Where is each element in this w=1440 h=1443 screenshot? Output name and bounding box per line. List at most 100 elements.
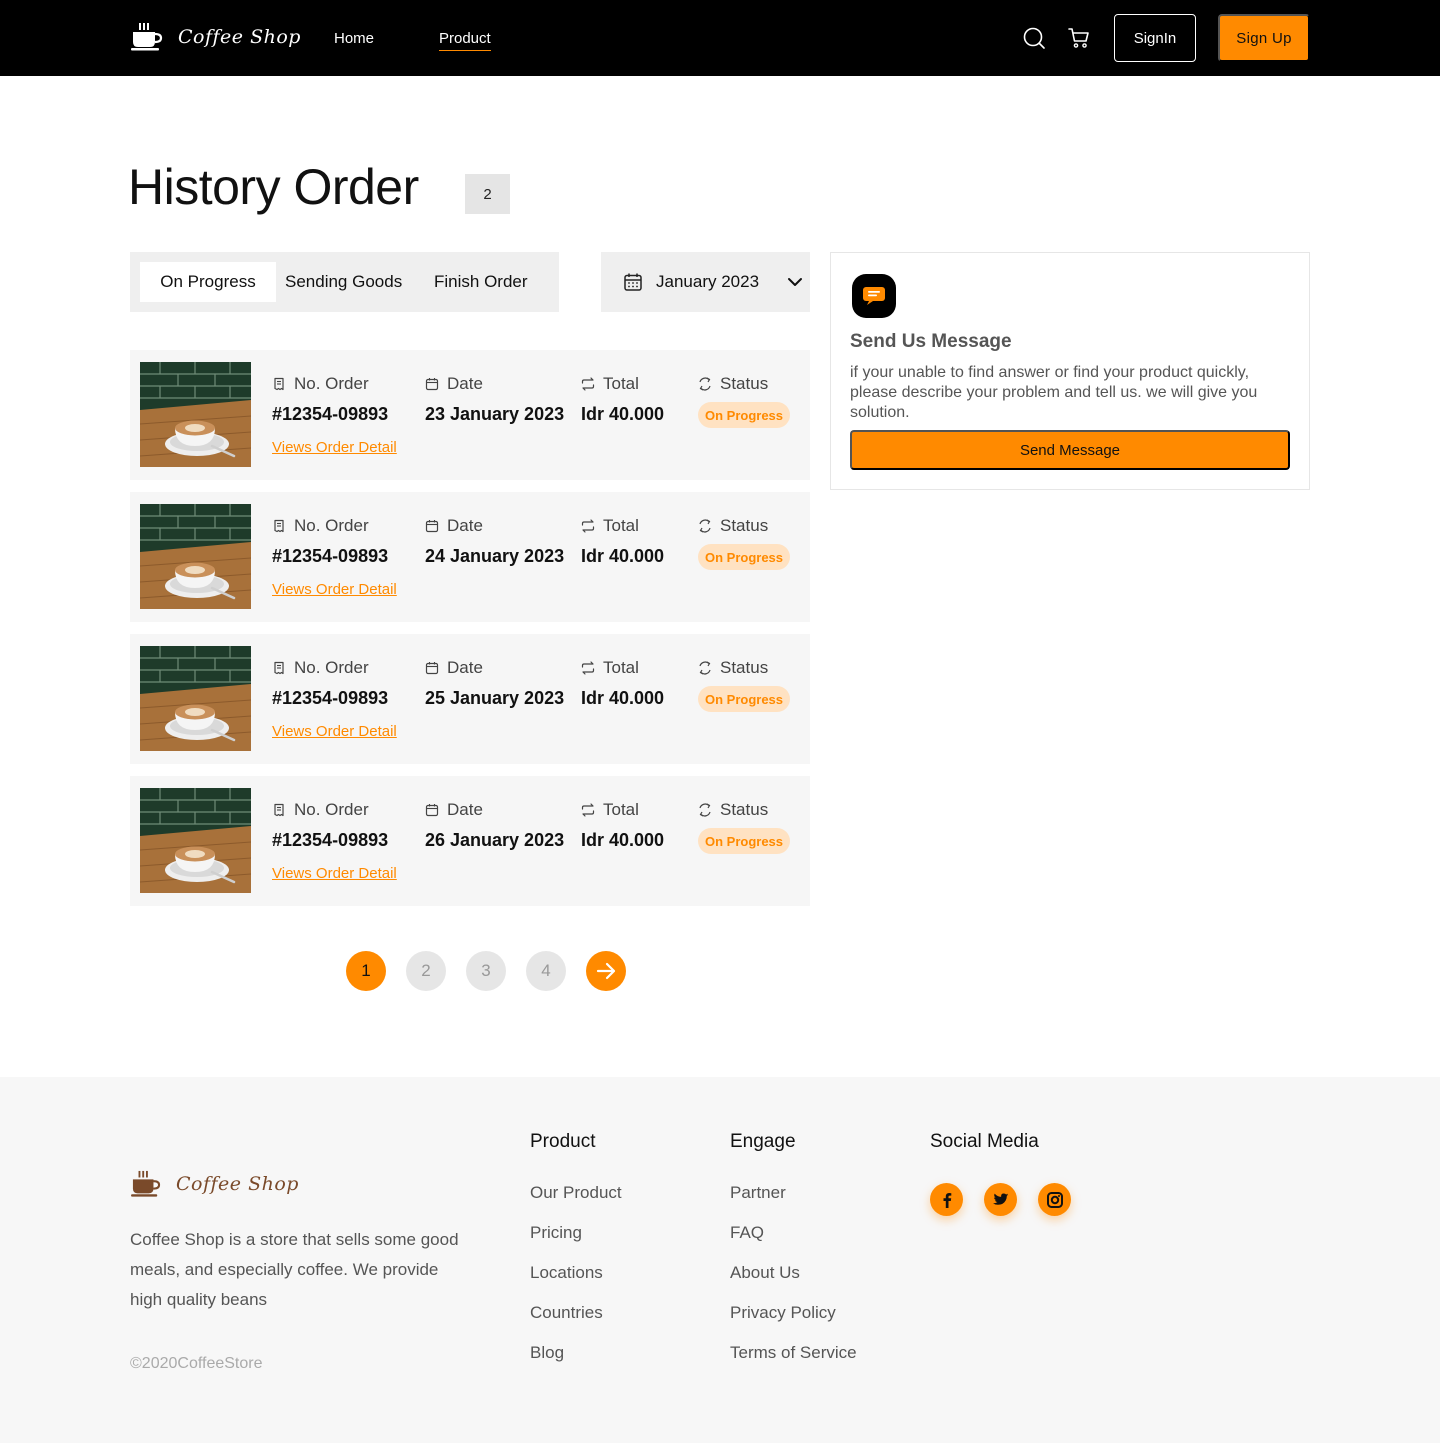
order-card: No. Order #12354-09893 Date 26 January 2… [130, 776, 810, 906]
footer-copyright: ©2020CoffeeStore [130, 1355, 263, 1372]
footer-link-faq[interactable]: FAQ [730, 1223, 764, 1243]
page-3-button[interactable]: 3 [466, 951, 506, 991]
chevron-down-icon [788, 278, 803, 286]
view-order-detail-link[interactable]: Views Order Detail [272, 865, 397, 882]
page-4-button[interactable]: 4 [526, 951, 566, 991]
cart-icon[interactable] [1067, 26, 1091, 50]
footer-link-blog[interactable]: Blog [530, 1343, 564, 1363]
order-total: Idr 40.000 [581, 830, 665, 850]
status-badge: On Progress [698, 686, 790, 712]
calendar-icon [425, 520, 439, 533]
calendar-icon [624, 273, 642, 291]
order-number-label: No. Order [272, 516, 369, 536]
tab-on-progress[interactable]: On Progress [140, 262, 276, 302]
signup-button[interactable]: Sign Up [1218, 14, 1310, 62]
page-title: History Order [128, 159, 419, 215]
footer-link-pricing[interactable]: Pricing [530, 1223, 582, 1243]
footer-link-countries[interactable]: Countries [530, 1303, 603, 1323]
order-total: Idr 40.000 [581, 404, 665, 424]
footer-brand-name: Coffee Shop [176, 1173, 299, 1195]
footer-social-title: Social Media [930, 1131, 1039, 1152]
arrow-right-icon [596, 962, 616, 980]
progress-icon [699, 377, 711, 391]
order-card: No. Order #12354-09893 Date 25 January 2… [130, 634, 810, 764]
status-badge: On Progress [698, 828, 790, 854]
order-total: Idr 40.000 [581, 546, 665, 566]
order-date: 23 January 2023 [425, 404, 565, 424]
order-date-label: Date [425, 658, 483, 678]
footer-link-privacy-policy[interactable]: Privacy Policy [730, 1303, 836, 1323]
instagram-icon[interactable] [1038, 1183, 1071, 1216]
footer-link-our-product[interactable]: Our Product [530, 1183, 622, 1203]
tab-finish-order[interactable]: Finish Order [434, 262, 528, 302]
facebook-icon[interactable] [930, 1183, 963, 1216]
twitter-icon[interactable] [984, 1183, 1017, 1216]
footer-link-partner[interactable]: Partner [730, 1183, 786, 1203]
order-status-label: Status [698, 516, 768, 536]
order-card: No. Order #12354-09893 Date 23 January 2… [130, 350, 810, 480]
brand-name: Coffee Shop [178, 26, 301, 48]
footer-link-locations[interactable]: Locations [530, 1263, 603, 1283]
calendar-icon [425, 662, 439, 675]
order-status-tabs: On Progress Sending Goods Finish Order [130, 252, 559, 312]
coffee-product-image [140, 788, 251, 893]
status-badge: On Progress [698, 544, 790, 570]
nav-home[interactable]: Home [334, 30, 374, 47]
order-count-badge: 2 [465, 174, 510, 214]
chat-message-icon [852, 274, 896, 318]
next-page-button[interactable] [586, 951, 626, 991]
month-filter-dropdown[interactable]: January 2023 [601, 252, 810, 312]
footer-brand-logo[interactable]: Coffee Shop [130, 1170, 299, 1198]
order-status-label: Status [698, 374, 768, 394]
month-filter-value: January 2023 [656, 272, 760, 291]
progress-icon [699, 661, 711, 675]
send-message-button[interactable]: Send Message [850, 430, 1290, 470]
view-order-detail-link[interactable]: Views Order Detail [272, 439, 397, 456]
order-number-label: No. Order [272, 658, 369, 678]
order-number: #12354-09893 [272, 688, 389, 708]
coffee-cup-icon [131, 1170, 161, 1197]
coffee-cup-icon [131, 23, 163, 51]
search-icon[interactable] [1022, 26, 1046, 50]
send-message-card: Send Us Message if your unable to find a… [830, 252, 1310, 490]
message-card-description: if your unable to find answer or find yo… [850, 364, 1258, 421]
footer-link-terms-of-service[interactable]: Terms of Service [730, 1343, 857, 1363]
progress-icon [699, 803, 711, 817]
view-order-detail-link[interactable]: Views Order Detail [272, 581, 397, 598]
brand-logo[interactable]: Coffee Shop [130, 22, 301, 52]
page-1-button[interactable]: 1 [346, 951, 386, 991]
order-number: #12354-09893 [272, 404, 389, 424]
footer-link-about-us[interactable]: About Us [730, 1263, 800, 1283]
repeat-icon [581, 803, 595, 817]
receipt-icon [274, 661, 284, 675]
order-number: #12354-09893 [272, 546, 389, 566]
repeat-icon [581, 519, 595, 533]
order-status-label: Status [698, 658, 768, 678]
coffee-product-image [140, 646, 251, 751]
site-header: Coffee Shop Home Product SignIn Sign Up [0, 0, 1440, 76]
page-2-button[interactable]: 2 [406, 951, 446, 991]
order-total-label: Total [581, 658, 639, 678]
calendar-icon [425, 378, 439, 391]
calendar-icon [425, 804, 439, 817]
coffee-product-image [140, 362, 251, 467]
order-date-label: Date [425, 374, 483, 394]
tab-sending-goods[interactable]: Sending Goods [285, 262, 402, 302]
order-date-label: Date [425, 800, 483, 820]
footer-product-title: Product [530, 1131, 596, 1152]
signin-button[interactable]: SignIn [1114, 14, 1196, 62]
footer-engage-title: Engage [730, 1131, 796, 1152]
coffee-product-image [140, 504, 251, 609]
view-order-detail-link[interactable]: Views Order Detail [272, 723, 397, 740]
receipt-icon [274, 803, 284, 817]
order-total: Idr 40.000 [581, 688, 665, 708]
progress-icon [699, 519, 711, 533]
receipt-icon [274, 377, 284, 391]
status-badge: On Progress [698, 402, 790, 428]
nav-product[interactable]: Product [439, 30, 491, 51]
order-total-label: Total [581, 516, 639, 536]
site-footer: Coffee Shop Coffee Shop is a store that … [0, 1077, 1440, 1443]
order-status-label: Status [698, 800, 768, 820]
repeat-icon [581, 377, 595, 391]
message-card-title: Send Us Message [850, 331, 1012, 352]
